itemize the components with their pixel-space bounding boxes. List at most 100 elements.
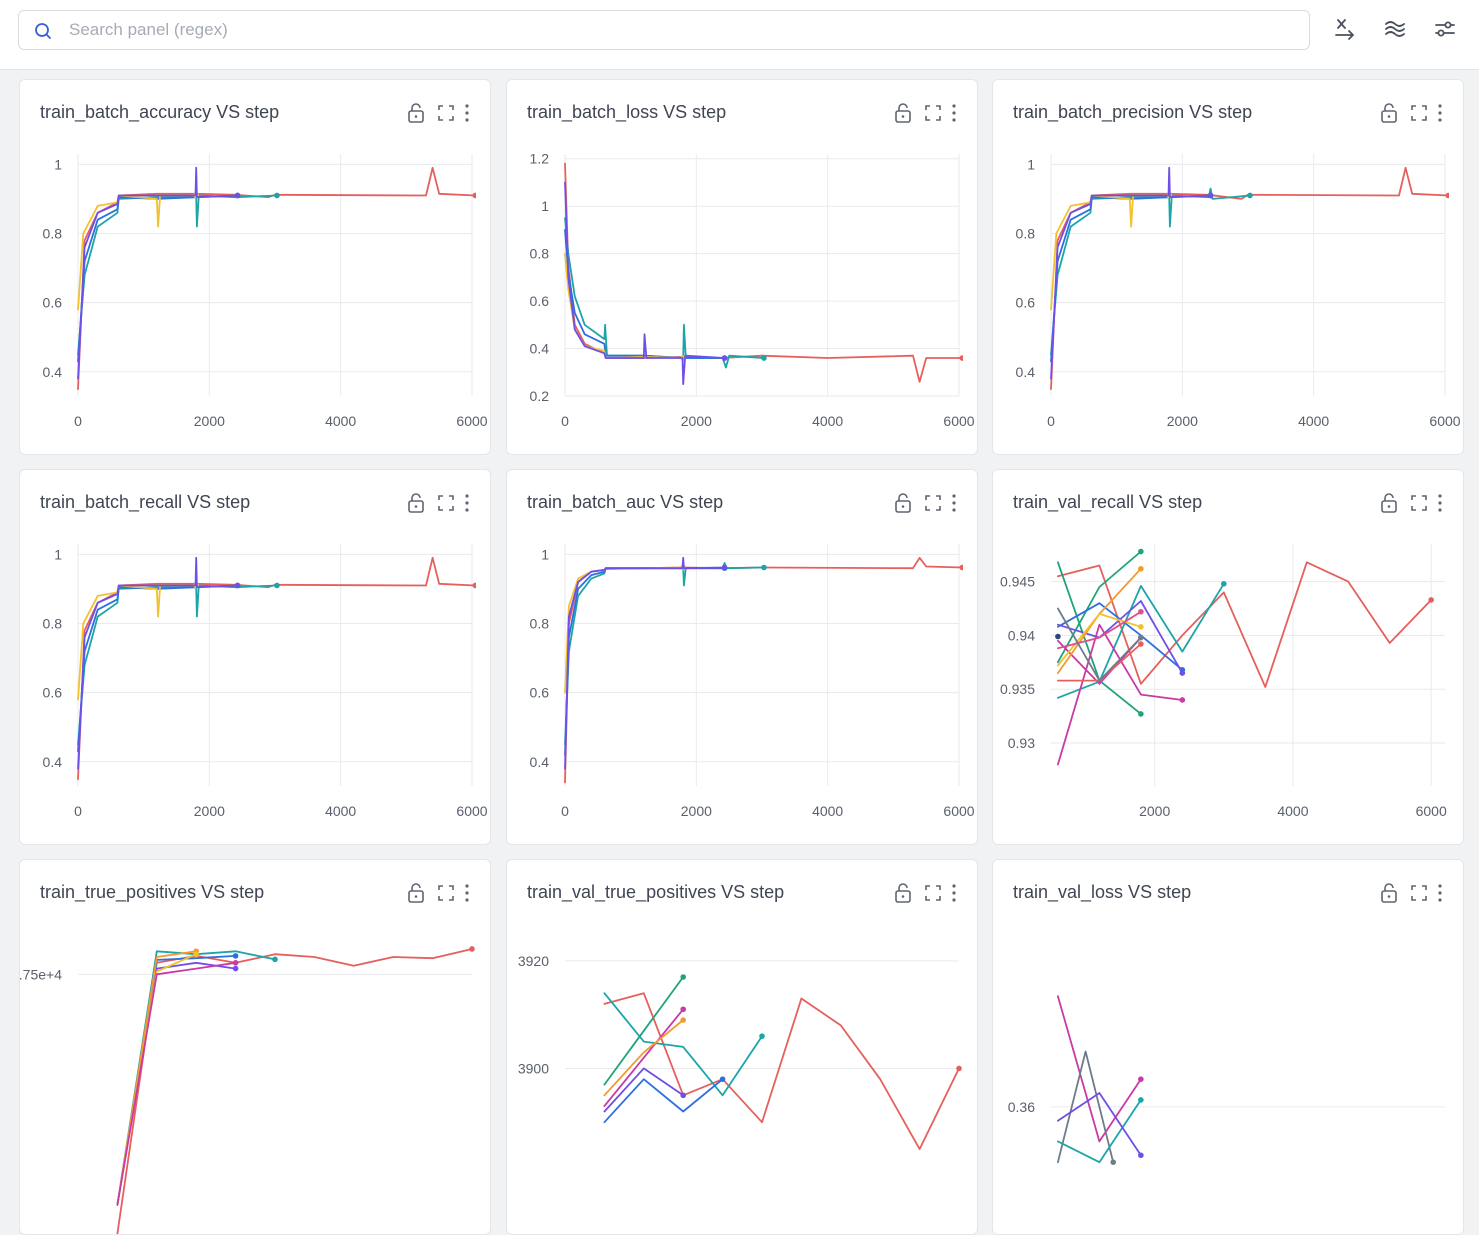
panel-title: train_batch_loss VS step: [527, 102, 727, 122]
expand-icon[interactable]: [923, 102, 943, 124]
series-end-point: [761, 355, 767, 361]
line-chart[interactable]: 0.2 0.4 0.6 0.8 1 1.2 0 2000 4000 6000: [507, 140, 978, 455]
y-tick-label: 0.93: [1008, 735, 1035, 751]
line-chart[interactable]: 0.4 0.6 0.8 1 0 2000 4000 6000: [993, 140, 1464, 455]
line-chart[interactable]: 0.4 0.6 0.8 1 0 2000 4000 6000: [20, 530, 491, 845]
more-options-icon[interactable]: [949, 492, 959, 514]
series-end-point: [469, 946, 475, 952]
x-tick-label: 0: [74, 803, 82, 819]
more-options-icon[interactable]: [1435, 102, 1445, 124]
series-line: [1057, 1092, 1142, 1157]
series-end-point: [1179, 697, 1186, 703]
series-end-point: [1138, 624, 1144, 630]
series-end-point: [234, 192, 241, 199]
x-axis-icon[interactable]: [1332, 16, 1358, 42]
y-tick-label: 0.6: [1016, 295, 1036, 311]
line-chart[interactable]: 0.4 0.6 0.8 1 0 2000 4000 6000: [507, 530, 978, 845]
lock-icon[interactable]: [1379, 102, 1399, 124]
x-tick-label: 4000: [325, 803, 356, 819]
series-line: [116, 961, 237, 1206]
series-end-point: [1055, 633, 1061, 640]
more-options-icon[interactable]: [462, 882, 472, 904]
expand-icon[interactable]: [1409, 492, 1429, 514]
series-end-point: [1247, 192, 1253, 199]
panel-title: train_batch_accuracy VS step: [40, 102, 280, 122]
expand-icon[interactable]: [436, 882, 456, 904]
series-end-point: [1179, 670, 1186, 676]
series-end-point: [1428, 597, 1434, 603]
series-line: [116, 950, 198, 1206]
y-tick-label: 0.4: [530, 754, 550, 770]
line-chart[interactable]: 1.75e+4: [20, 920, 491, 1235]
smoothing-icon[interactable]: [1382, 16, 1408, 42]
more-options-icon[interactable]: [949, 102, 959, 124]
search-input[interactable]: [69, 11, 1289, 49]
line-chart[interactable]: 0.93 0.935 0.94 0.945 2000 4000 6000: [993, 530, 1464, 845]
x-tick-label: 6000: [943, 413, 974, 429]
x-tick-label: 4000: [812, 413, 843, 429]
chart-panel: train_batch_auc VS step 0.4 0.6 0.8 1 0 2000 40…: [506, 469, 978, 845]
expand-icon[interactable]: [436, 102, 456, 124]
y-tick-label: 0.945: [1000, 574, 1035, 590]
series-line: [564, 556, 726, 770]
series-end-point: [1138, 634, 1144, 641]
y-tick-label: 3920: [518, 953, 549, 969]
lock-icon[interactable]: [1379, 882, 1399, 904]
series-end-point: [1138, 1097, 1144, 1103]
more-options-icon[interactable]: [949, 882, 959, 904]
y-tick-label: 0.8: [530, 616, 550, 632]
lock-icon[interactable]: [893, 102, 913, 124]
lock-icon[interactable]: [1379, 492, 1399, 514]
y-tick-label: 0.6: [43, 685, 63, 701]
chart-panel: train_true_positives VS step 1.75e+4: [19, 859, 491, 1235]
line-chart[interactable]: 3900 3920: [507, 920, 978, 1235]
x-tick-label: 6000: [943, 803, 974, 819]
settings-sliders-icon[interactable]: [1432, 16, 1458, 42]
series-line: [564, 562, 765, 746]
x-tick-label: 6000: [456, 803, 487, 819]
series-end-point: [274, 192, 280, 199]
line-chart[interactable]: 0.36: [993, 920, 1464, 1235]
expand-icon[interactable]: [436, 492, 456, 514]
x-tick-label: 4000: [1277, 803, 1308, 819]
y-tick-label: 0.36: [1008, 1099, 1035, 1115]
expand-icon[interactable]: [923, 492, 943, 514]
series-line: [564, 162, 963, 383]
y-tick-label: 1: [541, 198, 549, 214]
series-end-point: [472, 582, 476, 589]
y-tick-label: 0.4: [43, 364, 63, 380]
expand-icon[interactable]: [923, 882, 943, 904]
search-icon: [35, 23, 51, 39]
x-tick-label: 6000: [1429, 413, 1460, 429]
series-end-point: [1138, 608, 1144, 615]
search-box[interactable]: [18, 10, 1310, 50]
y-tick-label: 0.8: [1016, 226, 1036, 242]
more-options-icon[interactable]: [462, 102, 472, 124]
lock-icon[interactable]: [406, 882, 426, 904]
y-tick-label: 0.8: [530, 246, 550, 262]
expand-icon[interactable]: [1409, 102, 1429, 124]
more-options-icon[interactable]: [462, 492, 472, 514]
series-end-point: [680, 1092, 686, 1099]
panel-title: train_val_true_positives VS step: [527, 882, 785, 902]
panel-title: train_batch_precision VS step: [1013, 102, 1253, 122]
x-tick-label: 0: [1047, 413, 1055, 429]
more-options-icon[interactable]: [1435, 492, 1445, 514]
lock-icon[interactable]: [893, 492, 913, 514]
lock-icon[interactable]: [893, 882, 913, 904]
lock-icon[interactable]: [406, 102, 426, 124]
lock-icon[interactable]: [406, 492, 426, 514]
x-tick-label: 0: [561, 803, 569, 819]
series-line: [77, 194, 198, 311]
panel-title: train_true_positives VS step: [40, 882, 265, 902]
y-tick-label: 0.2: [530, 388, 550, 404]
more-options-icon[interactable]: [1435, 882, 1445, 904]
series-line: [116, 950, 276, 1206]
series-end-point: [272, 956, 278, 963]
line-chart[interactable]: 0.4 0.6 0.8 1 0 2000 4000 6000: [20, 140, 491, 455]
chart-panel: train_val_true_positives VS step 3900 3920: [506, 859, 978, 1235]
panel-actions: [893, 882, 963, 904]
expand-icon[interactable]: [1409, 882, 1429, 904]
y-tick-label: 0.6: [43, 295, 63, 311]
x-tick-label: 2000: [681, 413, 712, 429]
